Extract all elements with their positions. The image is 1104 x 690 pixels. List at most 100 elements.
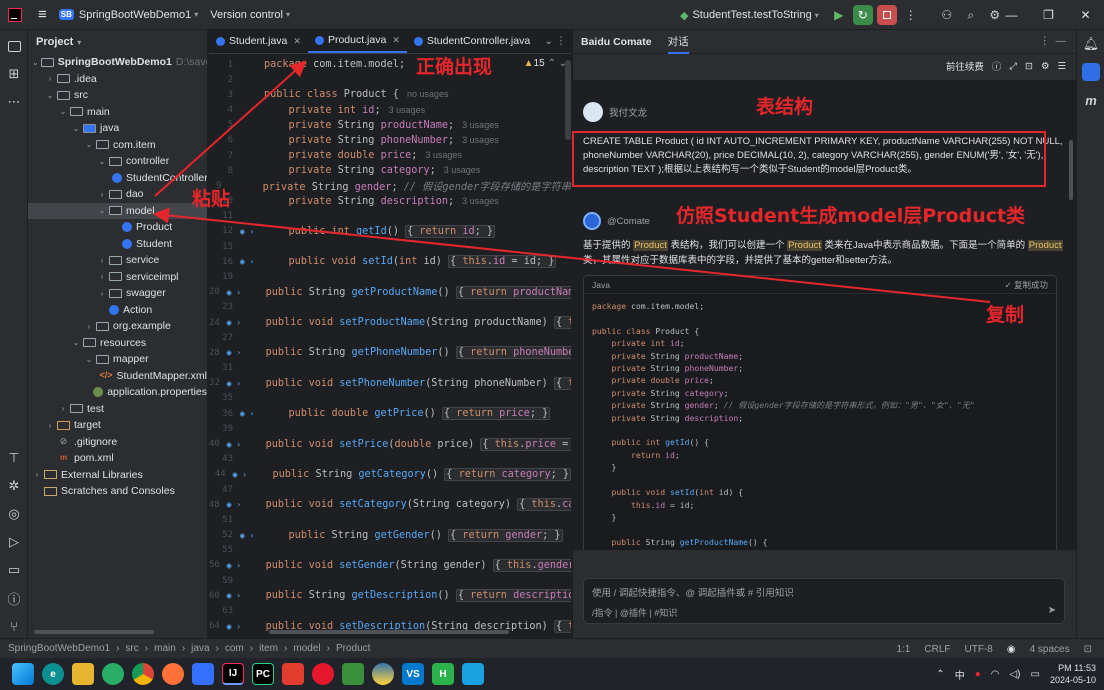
tree-item[interactable]: Student (28, 236, 207, 253)
chevron-right-icon[interactable]: › (45, 74, 55, 83)
help-icon[interactable]: ⓘ (992, 59, 1002, 73)
app-icon[interactable] (462, 663, 484, 685)
implementation-gutter-icon[interactable]: ◉ › (222, 440, 241, 449)
chat-input-tools[interactable]: /指令 | @插件 | #知识 (592, 606, 677, 619)
minimize-icon[interactable]: — (993, 0, 1030, 30)
breadcrumb-item[interactable]: src (125, 643, 138, 654)
project-panel-header[interactable]: Project ▾ (28, 30, 207, 54)
chevron-right-icon[interactable]: › (45, 421, 55, 430)
tree-item[interactable]: ⌄ SpringBootWebDemo1D:\save\stu (28, 54, 207, 71)
tree-item[interactable]: ⌄ src (28, 87, 207, 104)
tab-chat[interactable]: 对话 (667, 30, 689, 54)
resume-icon[interactable]: ▶︎ (829, 5, 849, 25)
build-tool-icon[interactable]: ⊤ (0, 444, 28, 472)
breadcrumb-item[interactable]: Product (336, 643, 370, 654)
tree-item[interactable]: ⊘ .gitignore (28, 434, 207, 451)
debug-tool-icon[interactable]: ✲ (0, 472, 28, 500)
run-config-selector[interactable]: ◆ StudentTest.testToString ▾ (674, 0, 825, 30)
breadcrumb-item[interactable]: SpringBootWebDemo1 (8, 643, 110, 654)
tree-item[interactable]: › swagger (28, 285, 207, 302)
caret-position[interactable]: 1:1 (896, 644, 910, 655)
implementation-gutter-icon[interactable]: ◉ › (222, 622, 241, 631)
chevron-down-icon[interactable]: ⌄ (58, 107, 68, 116)
indent-setting[interactable]: 4 spaces (1030, 644, 1070, 655)
tree-item[interactable]: › serviceimpl (28, 269, 207, 286)
project-selector[interactable]: SB SpringBootWebDemo1 ▾ (53, 0, 204, 30)
editor-tab[interactable]: Product.java ✕ (307, 30, 407, 53)
hbuilder-icon[interactable]: H (432, 663, 454, 685)
implementation-gutter-icon[interactable]: ◉ › (222, 561, 241, 570)
vcs-selector[interactable]: Version control ▾ (204, 0, 296, 30)
tree-item[interactable]: › dao (28, 186, 207, 203)
tree-item[interactable]: StudentController (28, 170, 207, 187)
implementation-gutter-icon[interactable]: ◉ › (228, 470, 248, 479)
git-tool-icon[interactable]: ⑂ (0, 612, 28, 640)
tree-item[interactable]: ⌄ mapper (28, 351, 207, 368)
edge-icon[interactable]: e (42, 663, 64, 685)
list-icon[interactable]: ☰ (1057, 61, 1066, 72)
run-tool-icon[interactable]: ▷ (0, 528, 28, 556)
weibo-icon[interactable] (312, 663, 334, 685)
tree-item[interactable]: ⌄ java (28, 120, 207, 137)
comate-status-icon[interactable]: ◉ (1007, 644, 1016, 655)
chrome-icon[interactable] (132, 663, 154, 685)
more-icon[interactable]: ⋮ (1040, 35, 1051, 47)
more-tools-icon[interactable]: ⋯ (0, 88, 28, 116)
implementation-gutter-icon[interactable]: ◉ › (222, 379, 241, 388)
share-icon[interactable]: ⤢ (1009, 61, 1017, 72)
chevron-right-icon[interactable]: › (97, 289, 107, 298)
main-menu-button[interactable]: ≡ (32, 0, 53, 30)
chevron-down-icon[interactable]: ⌄ (32, 58, 39, 67)
tree-item[interactable]: › service (28, 252, 207, 269)
search-icon[interactable]: ⌕ (961, 5, 981, 25)
breadcrumb-item[interactable]: item (259, 643, 278, 654)
wechat-icon[interactable] (102, 663, 124, 685)
minimize-icon[interactable]: — (1056, 35, 1067, 47)
tree-item[interactable]: ⌄ resources (28, 335, 207, 352)
chevron-down-icon[interactable]: ⌄ (84, 140, 94, 149)
ime-indicator[interactable]: 中 (955, 667, 965, 682)
firefox-icon[interactable] (162, 663, 184, 685)
chevron-down-icon[interactable]: ⌄ (45, 91, 55, 100)
history-icon[interactable]: ⊡ (1025, 61, 1033, 72)
antivirus-icon[interactable]: ● (975, 669, 981, 680)
tree-item[interactable]: ⌄ model (28, 202, 207, 219)
clock[interactable]: PM 11:53 2024-05-10 (1050, 662, 1096, 686)
photos-icon[interactable] (342, 663, 364, 685)
send-icon[interactable]: ➤ (1048, 605, 1056, 616)
vertical-scrollbar[interactable] (565, 60, 571, 140)
tree-item[interactable]: </> StudentMapper.xml (28, 368, 207, 385)
chevron-down-icon[interactable]: ⌄ (84, 355, 94, 364)
chevron-right-icon[interactable]: › (32, 470, 42, 479)
implementation-gutter-icon[interactable]: ◉ › (222, 500, 241, 509)
tree-item[interactable]: › External Libraries (28, 467, 207, 484)
add-user-icon[interactable]: ⚇ (937, 5, 957, 25)
chat-input[interactable]: 使用 / 调起快捷指令、@ 调起插件或 # 引用知识 /指令 | @插件 | #… (583, 578, 1065, 624)
implementation-gutter-icon[interactable]: ◉ › (222, 288, 241, 297)
chevron-right-icon[interactable]: › (84, 322, 94, 331)
editor-tab[interactable]: StudentController.java (407, 30, 537, 53)
horizontal-scrollbar[interactable] (34, 630, 154, 634)
python-icon[interactable] (372, 663, 394, 685)
file-explorer-icon[interactable] (72, 663, 94, 685)
implementation-gutter-icon[interactable]: ◉ › (222, 318, 241, 327)
chevron-down-icon[interactable]: ⌄ (97, 206, 107, 215)
close-icon[interactable]: ✕ (1067, 0, 1104, 30)
chevron-down-icon[interactable]: ⌄ (71, 338, 81, 347)
restore-icon[interactable]: ❐ (1030, 0, 1067, 30)
tree-item[interactable]: ⌄ main (28, 104, 207, 121)
code-area[interactable]: ▲15 ⌃ ⌄ 1 package com.item.model; 2 3 public… (209, 55, 571, 638)
chevron-down-icon[interactable]: ⌄ (71, 124, 81, 133)
vscode-icon[interactable]: VS (402, 663, 424, 685)
breadcrumb-item[interactable]: java (191, 643, 209, 654)
horizontal-scrollbar[interactable] (269, 630, 509, 634)
notifications-icon[interactable]: 🔔︎ (1077, 30, 1104, 58)
lock-icon[interactable]: ⊡ (1084, 644, 1092, 655)
breadcrumb-item[interactable]: main (154, 643, 176, 654)
intellij-icon[interactable]: IJ (222, 663, 244, 685)
tree-item[interactable]: Scratches and Consoles (28, 483, 207, 500)
breadcrumb-item[interactable]: model (293, 643, 320, 654)
implementation-gutter-icon[interactable]: ◉ › (222, 348, 241, 357)
more-icon[interactable]: ⋮ (901, 5, 921, 25)
windows-start-icon[interactable] (12, 663, 34, 685)
